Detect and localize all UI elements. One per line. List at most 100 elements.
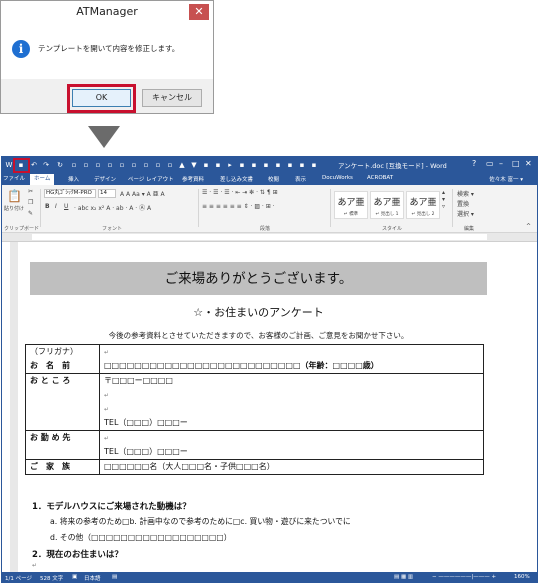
qat-icon-11[interactable]: ▪	[214, 161, 222, 169]
redo-icon[interactable]: ↷	[42, 161, 50, 169]
collapse-ribbon-icon[interactable]: ^	[526, 223, 531, 230]
qat-icon-14[interactable]: ▪	[250, 161, 258, 169]
paste-icon[interactable]: 📋	[7, 189, 22, 203]
repeat-icon[interactable]: ↻	[56, 161, 64, 169]
qat-icon-15[interactable]: ▪	[262, 161, 270, 169]
tab-docuworks[interactable]: DocuWorks	[322, 175, 353, 181]
tab-review[interactable]: 校閲	[268, 175, 279, 183]
style-name: ↵ 標準	[343, 212, 359, 217]
tab-acrobat[interactable]: ACROBAT	[367, 175, 393, 181]
qat-icon-6[interactable]: ▫	[130, 161, 138, 169]
qat-icon-3[interactable]: ▫	[94, 161, 102, 169]
qat-icon-10[interactable]: ▪	[202, 161, 210, 169]
close-icon[interactable]: ✕	[525, 159, 532, 168]
work-value-cell[interactable]: ↵ TEL（□□□）□□□ー	[99, 430, 484, 460]
style-heading-2[interactable]: あア亜 ↵ 見出し 2	[406, 191, 440, 219]
underline-button[interactable]: U	[64, 203, 68, 210]
tab-references[interactable]: 参考資料	[182, 175, 204, 183]
window-title: アンケート.doc [互換モード] - Word	[338, 162, 447, 170]
tab-file[interactable]: ファイル	[2, 174, 26, 185]
family-value-cell[interactable]: □□□□□□名（大人□□□名・子供□□□名）	[99, 459, 484, 475]
font-format-row[interactable]: · abc x₂ x² A · ab · A · Ⓐ A	[74, 203, 151, 212]
maximize-icon[interactable]: □	[512, 159, 520, 168]
address-value-cell[interactable]: 〒□□□ー□□□□ ↵ ↵ TEL（□□□）□□□ー	[99, 373, 484, 431]
qat-icon-2[interactable]: ▫	[82, 161, 90, 169]
qat-icon-5[interactable]: ▫	[118, 161, 126, 169]
view-buttons[interactable]: ▤ ▦ ▥	[394, 574, 413, 580]
qat-icon-16[interactable]: ▪	[274, 161, 282, 169]
font-name-select[interactable]: HG丸ｺﾞｼｯｸM-PRO	[44, 189, 96, 198]
family-label: ご 家 族	[30, 462, 70, 471]
move-up-icon[interactable]: ▲	[178, 161, 186, 169]
language[interactable]: 日本語	[84, 574, 101, 582]
name-value-cell[interactable]: ↵ □□□□□□□□□□□□□□□□□□□□□□□□□□（年齢：□□□□歳）	[99, 344, 484, 374]
user-name[interactable]: 佐々木 富一 ▾	[489, 175, 523, 183]
qat-icon-13[interactable]: ▪	[238, 161, 246, 169]
tab-view[interactable]: 表示	[295, 175, 306, 183]
style-sample: あア亜	[337, 198, 365, 208]
find-button[interactable]: 検索 ▾	[457, 189, 474, 198]
list-icons-row[interactable]: ☰ · ☰ · ☰ · ⇤ ⇥ ✻ · ⇅ ¶ ⊞	[202, 189, 278, 196]
work-label-cell[interactable]: お 勤 め 先	[25, 430, 100, 460]
ribbon-options-icon[interactable]: ▭	[486, 159, 494, 168]
font-tools-row[interactable]: A A Aa ▾ A 亜 A	[120, 189, 165, 198]
tab-home[interactable]: ホーム	[30, 174, 55, 185]
minimize-icon[interactable]: –	[499, 159, 503, 168]
question-2: 2．現在のお住まいは？	[32, 550, 123, 560]
move-down-icon[interactable]: ▼	[190, 161, 198, 169]
down-arrow-icon	[88, 126, 120, 148]
ruler-area	[32, 234, 487, 240]
paste-label[interactable]: 貼り付け	[4, 205, 24, 212]
tab-mailings[interactable]: 差し込み文書	[220, 175, 253, 183]
help-icon[interactable]: ?	[472, 159, 476, 168]
replace-button[interactable]: 置換	[457, 199, 469, 208]
qat-icon-18[interactable]: ▪	[298, 161, 306, 169]
bold-button[interactable]: B	[45, 203, 50, 210]
style-sample: あア亜	[409, 198, 437, 208]
italic-button[interactable]: I	[55, 203, 57, 210]
cancel-button[interactable]: キャンセル	[142, 89, 202, 107]
copy-icon[interactable]: ❐	[28, 199, 33, 206]
qat-icon-19[interactable]: ▪	[310, 161, 318, 169]
empty-line: ↵	[104, 349, 110, 356]
qat-icon-17[interactable]: ▪	[286, 161, 294, 169]
undo-icon[interactable]: ↶	[30, 161, 38, 169]
dialog-close-button[interactable]: ✕	[189, 4, 209, 20]
cut-icon[interactable]: ✂	[28, 188, 33, 195]
zoom-slider[interactable]: − ——————|——— +	[432, 574, 496, 580]
qat-icon-8[interactable]: ▫	[154, 161, 162, 169]
ribbon: 📋 貼り付け ✂ ❐ ✎ クリップボード HG丸ｺﾞｼｯｸM-PRO 14 A …	[2, 185, 537, 233]
name-label-cell[interactable]: （フリガナ） お 名 前	[25, 344, 100, 374]
work-tel: TEL（□□□）□□□ー	[104, 447, 188, 456]
qat-icon-7[interactable]: ▫	[142, 161, 150, 169]
family-label-cell[interactable]: ご 家 族	[25, 459, 100, 475]
work-label: お 勤 め 先	[30, 433, 71, 442]
style-heading-1[interactable]: あア亜 ↵ 見出し 1	[370, 191, 404, 219]
qat-icon-1[interactable]: ▫	[70, 161, 78, 169]
word-count[interactable]: 528 文字	[40, 574, 63, 582]
ok-button[interactable]: OK	[72, 89, 131, 107]
select-button[interactable]: 選択 ▾	[457, 209, 474, 218]
font-size-select[interactable]: 14	[98, 189, 116, 198]
empty-line: ↵	[104, 406, 110, 413]
group-paragraph: 段落	[260, 226, 271, 232]
style-normal[interactable]: あア亜 ↵ 標準	[334, 191, 368, 219]
qat-icon-9[interactable]: ▫	[166, 161, 174, 169]
vertical-ruler[interactable]	[10, 242, 18, 572]
zoom-level[interactable]: 160%	[514, 574, 530, 580]
qat-icon-4[interactable]: ▫	[106, 161, 114, 169]
address-label-cell[interactable]: お と こ ろ	[25, 373, 100, 431]
macro-icon[interactable]: ▤	[112, 574, 117, 580]
tab-layout[interactable]: ページ レイアウト	[128, 175, 174, 183]
word-window: W ▪ ↶ ↷ ↻ ▫ ▫ ▫ ▫ ▫ ▫ ▫ ▫ ▫ ▲ ▼ ▪ ▪ ▸ ▪ …	[1, 156, 538, 583]
styles-scroll-icon[interactable]: ▴ ▾ ▿	[442, 189, 445, 210]
format-painter-icon[interactable]: ✎	[28, 210, 33, 217]
info-icon: i	[12, 40, 30, 58]
tab-insert[interactable]: 挿入	[68, 175, 79, 183]
align-icons-row[interactable]: ≡ ≡ ≡ ≡ ≡ ≡ ⇕ · ▨ · ⊞ ·	[202, 203, 275, 210]
proofing-icon[interactable]: ▣	[72, 574, 77, 580]
qat-icon-12[interactable]: ▸	[226, 161, 234, 169]
page-count[interactable]: 1/1 ページ	[5, 574, 32, 582]
horizontal-ruler[interactable]	[2, 233, 537, 242]
tab-design[interactable]: デザイン	[94, 175, 116, 183]
